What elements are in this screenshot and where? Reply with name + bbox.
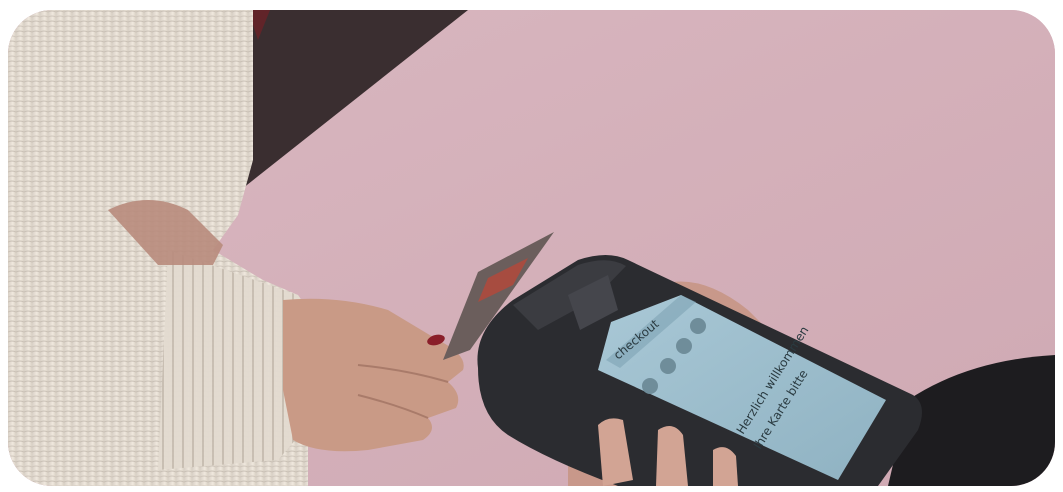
photo-canvas: checkout Herzlich willkommen Ihre Karte … — [8, 10, 1055, 486]
screen-icon — [690, 318, 706, 334]
screen-icon — [676, 338, 692, 354]
screen-icon — [660, 358, 676, 374]
photo: checkout Herzlich willkommen Ihre Karte … — [8, 10, 1055, 486]
screen-icon — [642, 378, 658, 394]
